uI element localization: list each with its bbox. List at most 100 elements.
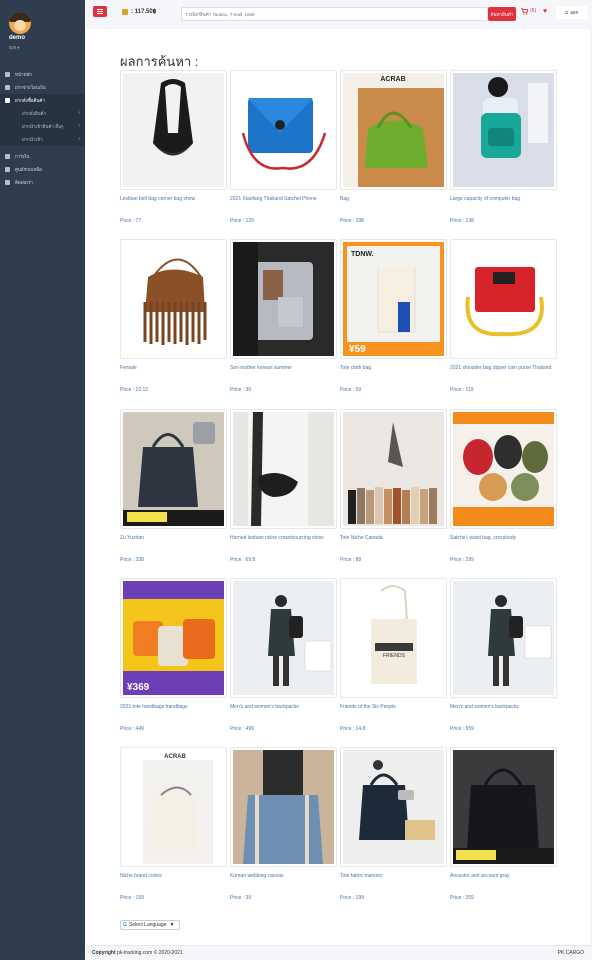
- product-image[interactable]: [450, 239, 557, 359]
- product-card[interactable]: 2021 Xiaofang Thailand Satchel Phone Pri…: [230, 70, 337, 230]
- product-card[interactable]: Zu Yuzhan Price : 338: [120, 409, 227, 569]
- top-bar: : 117.50฿ ค้นหาสินค้า (5) ♥ ⏻ ออก: [85, 0, 592, 29]
- product-image[interactable]: [120, 239, 227, 359]
- product-title[interactable]: Son mother korean summer: [230, 365, 337, 372]
- product-image[interactable]: [450, 578, 557, 698]
- product-image[interactable]: ACRAB: [120, 747, 227, 867]
- product-image[interactable]: FRIENDS: [340, 578, 447, 698]
- product-price: Price : 129: [230, 218, 254, 224]
- sidebar-item-help[interactable]: ศูนย์ช่วยเหลือ: [0, 163, 85, 176]
- product-card[interactable]: Ancestor and account gray Price : 209: [450, 747, 557, 907]
- svg-text:¥59: ¥59: [349, 344, 366, 355]
- product-image[interactable]: ACRAB: [340, 70, 447, 190]
- product-title[interactable]: Zu Yuzhan: [120, 535, 227, 542]
- product-card[interactable]: Satchel, waist bag, crossbody Price : 29…: [450, 409, 557, 569]
- wallet-balance: : 117.50฿: [131, 9, 157, 15]
- logout-button[interactable]: ⏻ ออก: [556, 6, 587, 19]
- product-card[interactable]: Female Price : 23.12: [120, 239, 227, 399]
- product-title[interactable]: Men's and women's backpacks: [450, 704, 557, 711]
- sidebar-item-order[interactable]: ฝากสั่งซื้อสินค้า: [0, 94, 85, 107]
- product-image[interactable]: [450, 409, 557, 529]
- page-title: ผลการค้นหา :: [120, 54, 199, 69]
- product-title[interactable]: Tote Niche Canada: [340, 535, 447, 542]
- sidebar-item-contact[interactable]: ติดต่อเรา: [0, 176, 85, 189]
- product-card[interactable]: ¥369 2021 tote handbags handbags Price :…: [120, 578, 227, 738]
- product-image[interactable]: [230, 747, 337, 867]
- product-title[interactable]: Men's and women's backpacks: [230, 704, 337, 711]
- product-card[interactable]: Lesbian belt bag corner bag show Price :…: [120, 70, 227, 230]
- product-card[interactable]: Men's and women's backpacks Price : 559: [450, 578, 557, 738]
- product-title[interactable]: 2021 Xiaofang Thailand Satchel Phone: [230, 196, 337, 203]
- product-image[interactable]: [120, 409, 227, 529]
- product-image[interactable]: [230, 409, 337, 529]
- product-image[interactable]: [340, 747, 447, 867]
- product-image[interactable]: [340, 409, 447, 529]
- product-image[interactable]: [230, 239, 337, 359]
- product-card[interactable]: Korean webbing canvas Price : 39: [230, 747, 337, 907]
- svg-text:FRIENDS: FRIENDS: [383, 653, 406, 659]
- product-price: Price : 199: [340, 895, 364, 901]
- product-title[interactable]: Large capacity of computer bag: [450, 196, 557, 203]
- product-image[interactable]: TDNW. ¥59: [340, 239, 447, 359]
- product-card[interactable]: Large capacity of computer bag Price : 1…: [450, 70, 557, 230]
- sidebar-subitem-import[interactable]: ฝากนำเข้า ‹: [0, 133, 85, 146]
- product-image[interactable]: [120, 70, 227, 190]
- sidebar-subitem-import-other[interactable]: ฝากนำเข้าสินค้า อื่นๆ ‹: [0, 120, 85, 133]
- svg-text:ACRAB: ACRAB: [164, 754, 186, 760]
- sidebar-item-payment[interactable]: ฝากจ่ายโอนเงิน: [0, 81, 85, 94]
- product-title[interactable]: Korean webbing canvas: [230, 873, 337, 880]
- product-title[interactable]: Satchel, waist bag, crossbody: [450, 535, 557, 542]
- user-avatar[interactable]: [9, 12, 31, 34]
- product-price: Price : 209: [450, 895, 474, 901]
- cart-count[interactable]: (5): [530, 8, 536, 14]
- product-title[interactable]: Ancestor and account gray: [450, 873, 557, 880]
- product-card[interactable]: 2021 shoulder bag zipper coin purse Thai…: [450, 239, 557, 399]
- product-card[interactable]: ACRAB Bag Price : 298: [340, 70, 447, 230]
- svg-text:¥369: ¥369: [127, 682, 150, 693]
- product-title[interactable]: 2021 tote handbags handbags: [120, 704, 227, 711]
- product-title[interactable]: Friends of the Six People: [340, 704, 447, 711]
- product-card[interactable]: Men's and women's backpacks Price : 499: [230, 578, 337, 738]
- footer-copyright: Copyright pk-tracking.com © 2020-2021: [92, 950, 183, 956]
- sidebar-item-home[interactable]: หน้าหลัก: [0, 68, 85, 81]
- product-card[interactable]: Son mother korean summer Price : 30: [230, 239, 337, 399]
- svg-text:TDNW.: TDNW.: [351, 251, 374, 258]
- product-card[interactable]: Tote fabric memory Price : 199: [340, 747, 447, 907]
- product-title[interactable]: Bag: [340, 196, 447, 203]
- help-icon: [5, 167, 10, 172]
- user-role-dropdown[interactable]: ID9 ▾: [9, 45, 20, 51]
- menu-toggle-button[interactable]: [93, 6, 107, 17]
- heart-icon[interactable]: ♥: [543, 8, 547, 15]
- copyright-label: Copyright: [92, 950, 116, 956]
- sidebar-item-label: ฝากนำเข้า: [22, 137, 43, 142]
- product-title[interactable]: Niche brand colors: [120, 873, 227, 880]
- product-image[interactable]: [230, 70, 337, 190]
- search-button[interactable]: ค้นหาสินค้า: [488, 7, 516, 21]
- wallet-icon: [5, 154, 10, 159]
- sidebar-subitem-order-goods[interactable]: ฝากสั่งสินค้า ‹: [0, 107, 85, 120]
- product-card[interactable]: Tote Niche Canada Price : 88: [340, 409, 447, 569]
- product-image[interactable]: ¥369: [120, 578, 227, 698]
- main-content: ผลการค้นหา : Lesbian belt bag corner bag…: [86, 29, 590, 945]
- chevron-left-icon: ‹: [78, 110, 80, 116]
- product-title[interactable]: Horned lesbian niche crowdsourcing show: [230, 535, 337, 542]
- product-title[interactable]: Tote cloth bag: [340, 365, 447, 372]
- product-title[interactable]: Female: [120, 365, 227, 372]
- language-select[interactable]: G Select Language ▼: [120, 920, 180, 930]
- product-image[interactable]: [230, 578, 337, 698]
- product-image[interactable]: [450, 747, 557, 867]
- product-image[interactable]: [450, 70, 557, 190]
- product-price: Price : 449: [120, 726, 144, 732]
- product-title[interactable]: Tote fabric memory: [340, 873, 447, 880]
- product-title[interactable]: Lesbian belt bag corner bag show: [120, 196, 227, 203]
- product-price: Price : 499: [230, 726, 254, 732]
- product-card[interactable]: FRIENDS Friends of the Six People Price …: [340, 578, 447, 738]
- sidebar-item-finance[interactable]: การเงิน: [0, 150, 85, 163]
- product-title[interactable]: 2021 shoulder bag zipper coin purse Thai…: [450, 365, 557, 372]
- product-card[interactable]: TDNW. ¥59 Tote cloth bag Price : 59: [340, 239, 447, 399]
- product-card[interactable]: Horned lesbian niche crowdsourcing show …: [230, 409, 337, 569]
- chevron-down-icon: ▼: [169, 922, 175, 928]
- cart-icon[interactable]: [521, 8, 528, 15]
- search-input[interactable]: [185, 9, 485, 19]
- product-card[interactable]: ACRAB Niche brand colors Price : 159: [120, 747, 227, 907]
